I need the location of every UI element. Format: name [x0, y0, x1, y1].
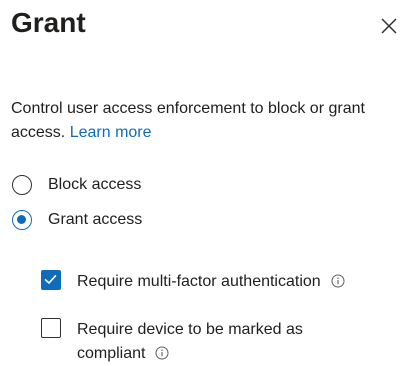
- checkbox-label: Require multi-factor authentication: [77, 270, 345, 294]
- info-icon[interactable]: [331, 274, 345, 288]
- panel-title: Grant: [11, 7, 86, 38]
- info-icon[interactable]: [155, 346, 169, 360]
- learn-more-link[interactable]: Learn more: [70, 124, 152, 141]
- radio-button[interactable]: [12, 175, 32, 195]
- grant-panel: Grant Control user access enforcement to…: [0, 0, 407, 366]
- checkbox[interactable]: [41, 270, 61, 290]
- checkbox[interactable]: [41, 318, 61, 338]
- radio-button[interactable]: [12, 210, 32, 230]
- checkbox-label-line2: compliant: [77, 345, 146, 362]
- checkbox-require-compliant-device[interactable]: Require device to be marked as compliant: [41, 318, 303, 366]
- close-button[interactable]: [378, 15, 400, 37]
- panel-description: Control user access enforcement to block…: [11, 97, 401, 145]
- checkbox-require-mfa[interactable]: Require multi-factor authentication: [41, 270, 345, 294]
- close-icon: [381, 18, 397, 34]
- checkmark-icon: [44, 274, 57, 284]
- checkbox-label-text: Require multi-factor authentication: [77, 273, 321, 290]
- radio-grant-access[interactable]: Grant access: [12, 207, 142, 233]
- checkbox-label: Require device to be marked as compliant: [77, 318, 303, 366]
- radio-label: Block access: [48, 176, 142, 193]
- radio-block-access[interactable]: Block access: [12, 172, 141, 198]
- checkbox-label-line1: Require device to be marked as: [77, 321, 303, 338]
- description-text: Control user access enforcement to block…: [11, 100, 365, 141]
- radio-label: Grant access: [48, 211, 143, 228]
